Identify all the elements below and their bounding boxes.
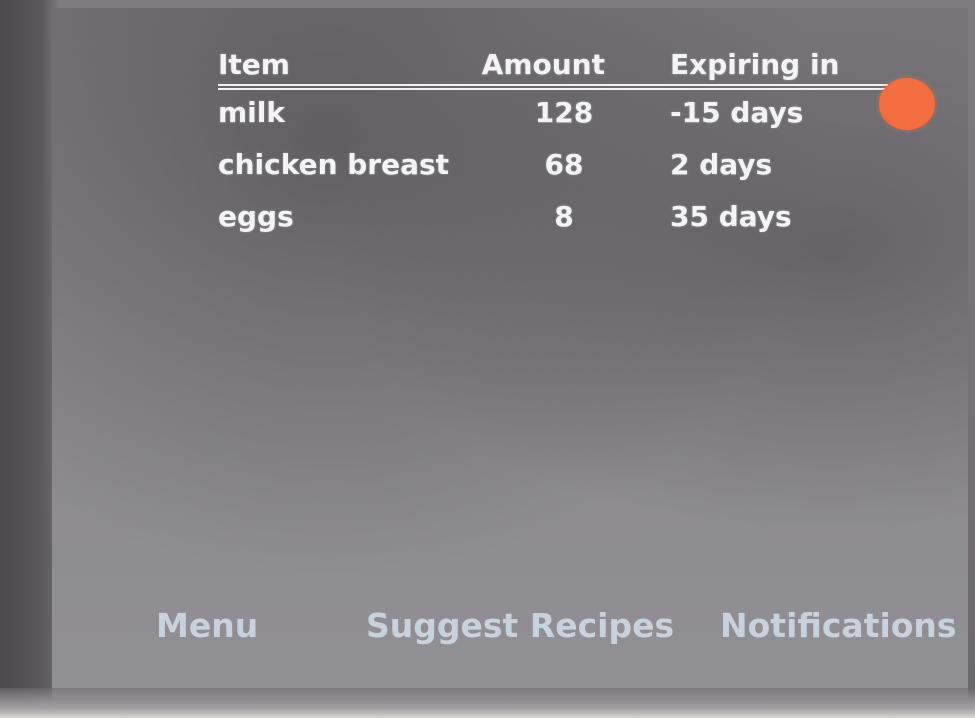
- alert-dot-icon: [879, 78, 935, 130]
- table-row[interactable]: milk 128 -15 days: [218, 94, 888, 146]
- row-item: milk: [218, 96, 285, 129]
- header-amount: Amount: [481, 48, 605, 81]
- row-expiring: 2 days: [670, 148, 773, 181]
- header-expiring: Expiring in: [670, 48, 840, 81]
- row-amount: 128: [534, 96, 594, 129]
- table-row[interactable]: eggs 8 35 days: [218, 198, 888, 250]
- header-divider: [218, 84, 888, 90]
- row-item: eggs: [218, 200, 294, 233]
- menu-button[interactable]: Menu: [156, 606, 258, 645]
- table-header-row: Item Amount Expiring in: [218, 46, 888, 84]
- table-row[interactable]: chicken breast 68 2 days: [218, 146, 888, 198]
- bottom-nav-bar: Menu Suggest Recipes Notifications: [52, 606, 968, 656]
- bezel-bottom-edge: [0, 688, 975, 718]
- row-amount: 68: [544, 148, 584, 181]
- row-expiring: -15 days: [670, 96, 804, 129]
- row-expiring: 35 days: [670, 200, 792, 233]
- inventory-table: Item Amount Expiring in milk 128 -15 day…: [218, 46, 888, 250]
- bezel-left-edge: [0, 0, 60, 718]
- notifications-button[interactable]: Notifications: [720, 606, 957, 645]
- display-screen: Item Amount Expiring in milk 128 -15 day…: [52, 8, 968, 698]
- row-item: chicken breast: [218, 148, 450, 181]
- suggest-recipes-button[interactable]: Suggest Recipes: [366, 606, 674, 645]
- header-item: Item: [218, 48, 290, 81]
- row-amount: 8: [554, 200, 574, 233]
